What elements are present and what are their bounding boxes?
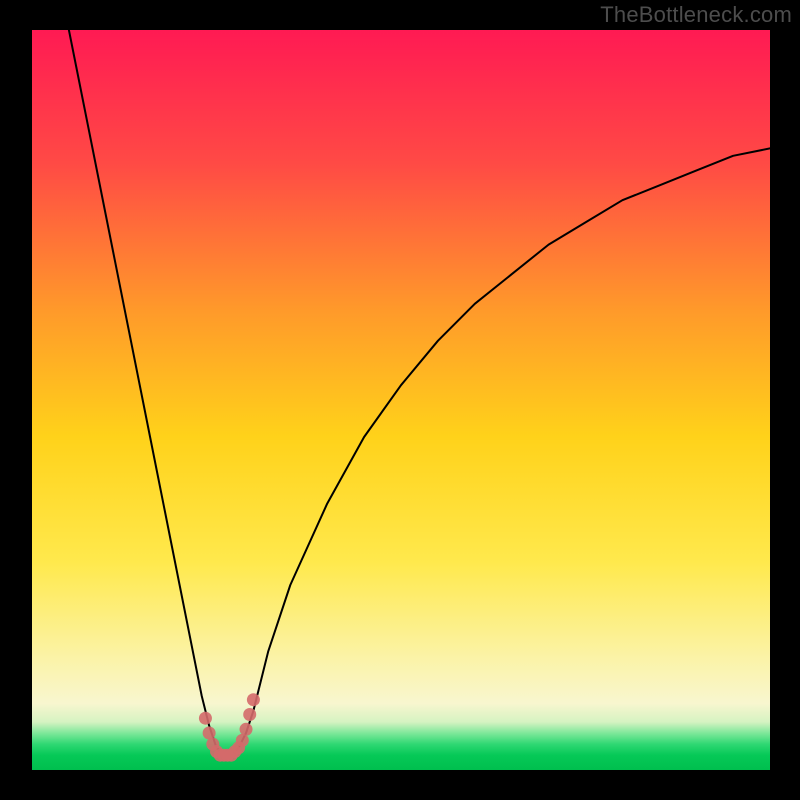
minimum-marker [243,708,256,721]
plot-svg [32,30,770,770]
bottleneck-plot [32,30,770,770]
minimum-marker [203,727,216,740]
minimum-marker [199,712,212,725]
minimum-marker [240,723,253,736]
chart-stage: TheBottleneck.com [0,0,800,800]
watermark-label: TheBottleneck.com [600,2,792,28]
minimum-marker [247,693,260,706]
minimum-marker [236,734,249,747]
